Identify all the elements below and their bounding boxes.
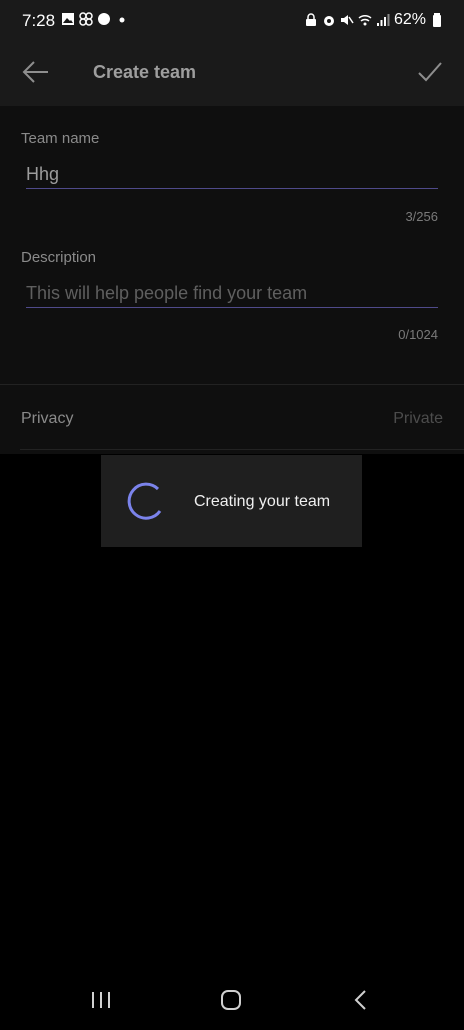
home-icon[interactable]	[219, 988, 243, 1012]
create-team-form: Team name 3/256 Description 0/1024 Priva…	[0, 106, 464, 454]
back-arrow-icon[interactable]	[20, 56, 52, 88]
progress-dialog: Creating your team	[101, 455, 362, 547]
recent-apps-icon[interactable]	[89, 988, 113, 1012]
wifi-icon	[358, 14, 372, 26]
privacy-divider	[20, 449, 464, 450]
confirm-check-icon[interactable]	[414, 56, 446, 88]
lock-icon	[305, 13, 316, 26]
description-counter: 0/1024	[398, 327, 438, 342]
status-time: 7:28	[22, 11, 56, 30]
dialog-message: Creating your team	[194, 493, 331, 510]
description-label: Description	[21, 249, 97, 266]
pinwheel-icon	[79, 12, 93, 26]
battery-percent: 62%	[393, 11, 426, 28]
gallery-icon	[62, 13, 74, 25]
battery-icon	[433, 13, 441, 27]
signal-icon	[376, 14, 390, 26]
loading-spinner-icon	[127, 482, 162, 520]
team-name-input[interactable]	[26, 160, 438, 189]
dot-icon	[119, 17, 125, 23]
privacy-row[interactable]: Privacy Private	[0, 384, 464, 448]
team-name-counter: 3/256	[405, 209, 438, 224]
system-icons: 62%	[304, 11, 444, 29]
privacy-label: Privacy	[21, 410, 74, 427]
alarm-icon	[323, 16, 334, 26]
privacy-value: Private	[393, 410, 443, 427]
team-name-label: Team name	[21, 130, 100, 147]
description-input[interactable]	[26, 279, 438, 308]
system-nav-bar	[0, 970, 464, 1030]
notification-icons	[61, 12, 129, 26]
mute-icon	[340, 15, 354, 25]
chat-bubble-icon	[98, 13, 110, 25]
page-title: Create team	[93, 62, 197, 82]
app-bar: Create team	[0, 42, 464, 106]
back-nav-icon[interactable]	[349, 988, 373, 1012]
status-bar: 7:28 62%	[0, 0, 464, 42]
